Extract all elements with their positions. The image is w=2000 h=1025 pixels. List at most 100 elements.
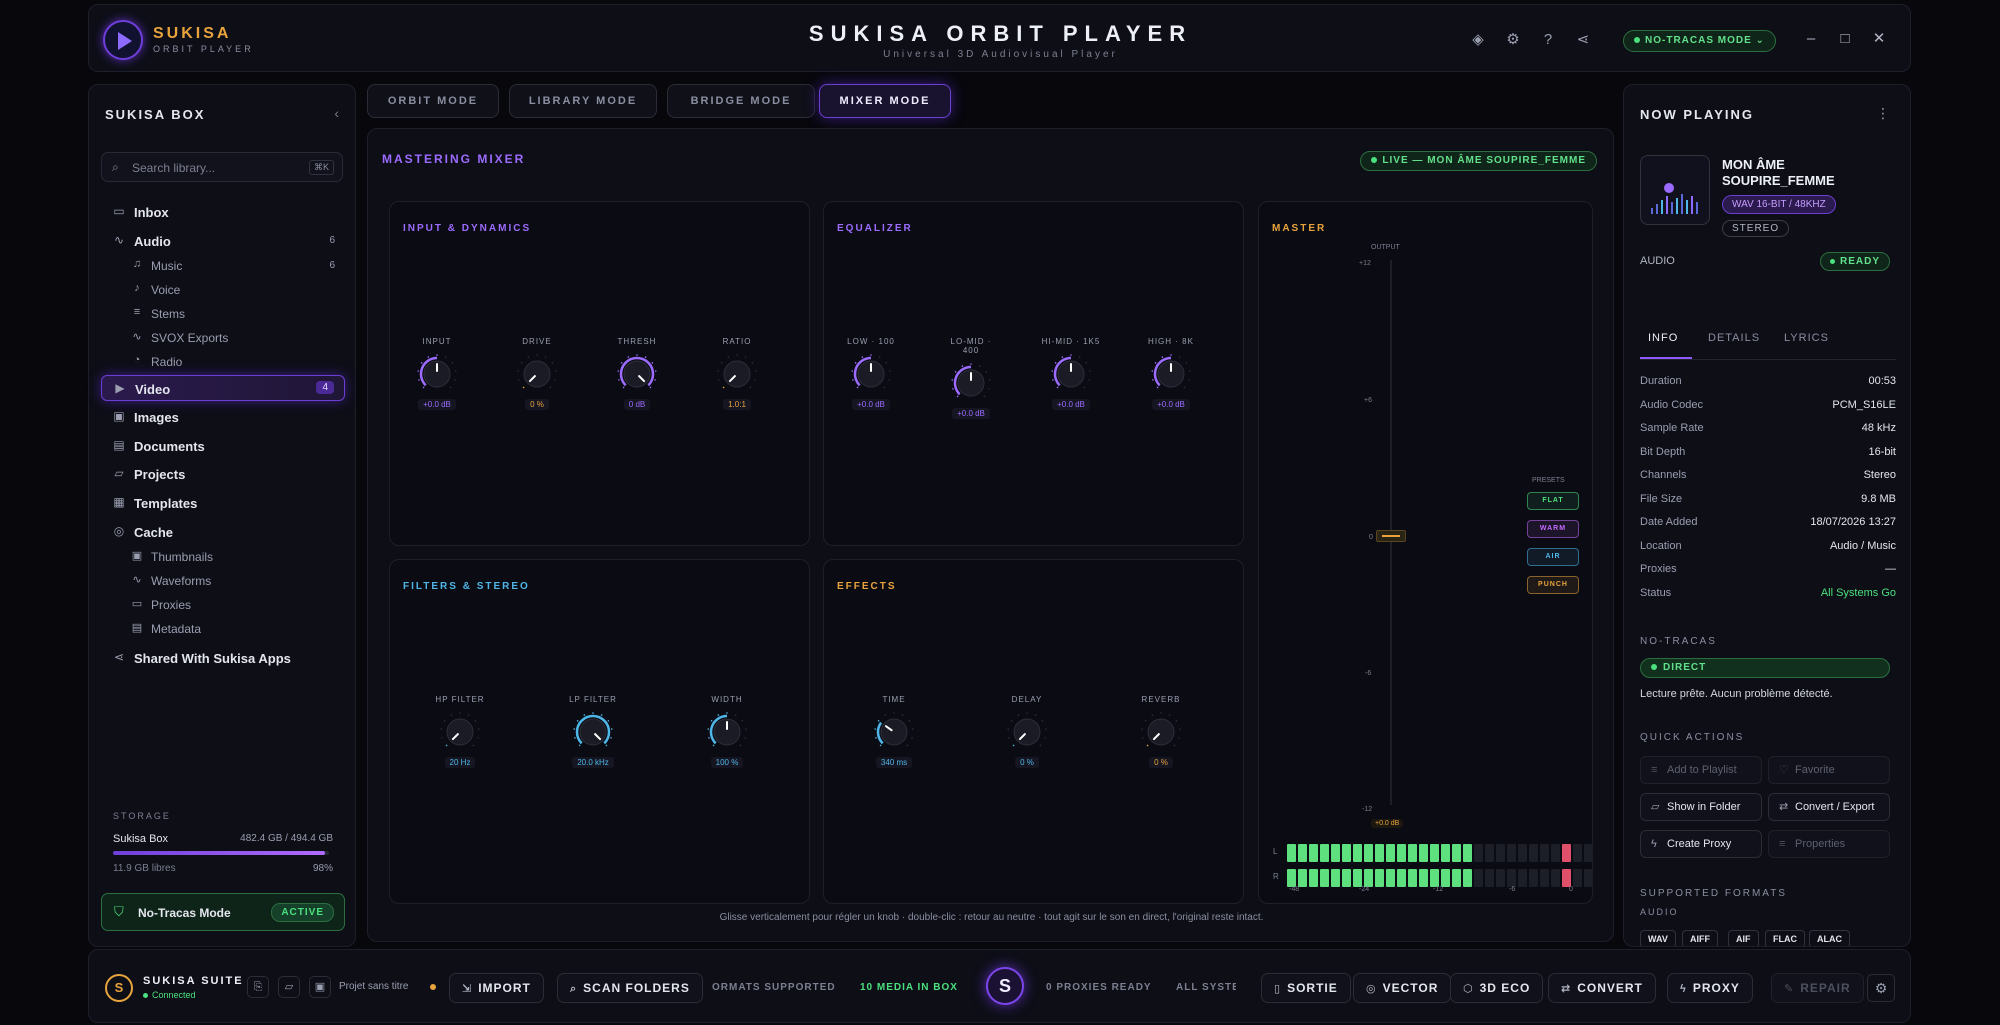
tab-info[interactable]: INFO: [1648, 332, 1678, 344]
knob-hi-mid-1k5[interactable]: HI-MID · 1K5 +0.0 dB: [1041, 337, 1101, 412]
tab-mixer-mode[interactable]: MIXER MODE: [819, 84, 951, 118]
properties-button[interactable]: ≡ Properties: [1768, 830, 1890, 858]
show-in-folder-button[interactable]: ▱ Show in Folder: [1640, 793, 1762, 821]
knob-reverb[interactable]: REVERB 0 %: [1131, 695, 1191, 770]
preset-air-button[interactable]: AIR: [1527, 548, 1579, 566]
share-icon[interactable]: ⋖: [1574, 31, 1592, 49]
sidebar-item-waveforms[interactable]: ∿ Waveforms: [101, 568, 345, 594]
knob-dial[interactable]: [874, 712, 914, 752]
knob-tick: [527, 356, 530, 358]
import-button[interactable]: ⇲ IMPORT: [449, 973, 544, 1003]
knob-dial[interactable]: [617, 354, 657, 394]
knob-high-8k[interactable]: HIGH · 8K +0.0 dB: [1141, 337, 1201, 412]
knob-tick: [436, 354, 438, 356]
knob-tick: [879, 744, 882, 747]
save-icon[interactable]: ▣: [309, 976, 331, 998]
knob-dial[interactable]: [707, 712, 747, 752]
sidebar-item-stems[interactable]: ≡ Stems: [101, 301, 345, 327]
knob-dial[interactable]: [717, 354, 757, 394]
sidebar-item-proxies[interactable]: ▭ Proxies: [101, 592, 345, 618]
repair-button[interactable]: ✎ REPAIR: [1771, 973, 1864, 1003]
scan-folders-button[interactable]: ⌕ SCAN FOLDERS: [557, 973, 703, 1003]
knob-dial[interactable]: [573, 712, 613, 752]
favorite-button[interactable]: ♡ Favorite: [1768, 756, 1890, 784]
knob-tick: [449, 386, 452, 389]
gear-icon[interactable]: ⚙: [1504, 31, 1522, 49]
knob-input[interactable]: INPUT +0.0 dB: [407, 337, 467, 412]
sidebar-item-metadata[interactable]: ▤ Metadata: [101, 616, 345, 642]
maximize-button[interactable]: □: [1836, 29, 1854, 49]
knob-dial[interactable]: [417, 354, 457, 394]
preset-flat-button[interactable]: FLAT: [1527, 492, 1579, 510]
sidebar-item-templates[interactable]: ▦ Templates: [101, 490, 345, 516]
no-tracas-mode-dropdown[interactable]: NO-TRACAS MODE ⌄: [1623, 30, 1776, 52]
meter-segment: [1364, 869, 1373, 887]
sidebar-item-svox-exports[interactable]: ∿ SVOX Exports: [101, 325, 345, 351]
sidebar-item-audio[interactable]: ∿ Audio 6: [101, 228, 345, 254]
suite-avatar[interactable]: S: [105, 974, 133, 1002]
tab-lyrics[interactable]: LYRICS: [1784, 332, 1829, 344]
knob-drive[interactable]: DRIVE 0 %: [507, 337, 567, 412]
convert-export-label: Convert / Export: [1795, 801, 1875, 813]
eco-3d-button[interactable]: ⬡ 3D ECO: [1450, 973, 1544, 1003]
sortie-button[interactable]: ▯ SORTIE: [1261, 973, 1351, 1003]
no-tracas-mode-card[interactable]: ⛉ No-Tracas Mode ACTIVE: [101, 893, 345, 931]
help-icon[interactable]: ?: [1539, 31, 1557, 49]
knob-dial[interactable]: [1151, 354, 1191, 394]
sidebar-item-images[interactable]: ▣ Images: [101, 404, 345, 430]
proxy-button[interactable]: ϟ PROXY: [1667, 973, 1753, 1003]
sidebar-item-thumbnails[interactable]: ▣ Thumbnails: [101, 544, 345, 570]
sidebar-item-radio[interactable]: ◔ Radio: [101, 349, 345, 375]
knob-dial[interactable]: [951, 363, 991, 403]
open-folder-icon[interactable]: ▱: [278, 976, 300, 998]
knob-dial[interactable]: [1007, 712, 1047, 752]
convert-export-button[interactable]: ⇄ Convert / Export: [1768, 793, 1890, 821]
knob-ratio[interactable]: RATIO 1.0:1: [707, 337, 767, 412]
layers-icon[interactable]: ◈: [1469, 31, 1487, 49]
sidebar-item-inbox[interactable]: ▭ Inbox: [101, 199, 345, 225]
knob-tick: [908, 720, 911, 722]
tab-bridge-mode[interactable]: BRIDGE MODE: [667, 84, 815, 118]
knob-lp-filter[interactable]: LP FILTER 20.0 kHz: [563, 695, 623, 770]
knob-low-100[interactable]: LOW · 100 +0.0 dB: [841, 337, 901, 412]
create-proxy-button[interactable]: ϟ Create Proxy: [1640, 830, 1762, 858]
tab-library-mode[interactable]: LIBRARY MODE: [509, 84, 657, 118]
more-options-icon[interactable]: ⋮: [1876, 105, 1890, 122]
close-button[interactable]: ✕: [1870, 29, 1888, 49]
preset-warm-button[interactable]: WARM: [1527, 520, 1579, 538]
sidebar-item-projects[interactable]: ▱ Projects: [101, 461, 345, 487]
convert-button[interactable]: ⇄ CONVERT: [1548, 973, 1656, 1003]
meter-segment: [1408, 869, 1417, 887]
sidebar-item-voice[interactable]: ♪ Voice: [101, 277, 345, 303]
sukisa-center-button[interactable]: S: [986, 967, 1024, 1005]
new-project-icon[interactable]: ⎘: [247, 976, 269, 998]
sidebar-item-documents[interactable]: ▤ Documents: [101, 433, 345, 459]
knob-tick: [736, 354, 738, 356]
knob-dial[interactable]: [851, 354, 891, 394]
tab-details[interactable]: DETAILS: [1708, 332, 1760, 344]
add-to-playlist-button[interactable]: ≡ Add to Playlist: [1640, 756, 1762, 784]
knob-delay[interactable]: DELAY 0 %: [997, 695, 1057, 770]
knob-dial[interactable]: [517, 354, 557, 394]
convert-icon: ⇄: [1561, 983, 1572, 995]
collapse-sidebar-button[interactable]: ‹: [334, 105, 339, 121]
minimize-button[interactable]: –: [1802, 29, 1820, 49]
sidebar-item-video[interactable]: ▶ Video 4: [101, 375, 345, 401]
knob-time[interactable]: TIME 340 ms: [864, 695, 924, 770]
knob-dial[interactable]: [1141, 712, 1181, 752]
preset-punch-button[interactable]: PUNCH: [1527, 576, 1579, 594]
tab-orbit-mode[interactable]: ORBIT MODE: [367, 84, 499, 118]
sidebar-item-music[interactable]: ♫ Music 6: [101, 253, 345, 279]
sidebar-item-cache[interactable]: ◎ Cache: [101, 519, 345, 545]
sidebar-item-shared-with-sukisa-apps[interactable]: ⋖ Shared With Sukisa Apps: [101, 645, 345, 671]
knob-width[interactable]: WIDTH 100 %: [697, 695, 757, 770]
knob-lo-mid-400[interactable]: LO-MID · 400 +0.0 dB: [941, 337, 1001, 421]
knob-dial[interactable]: [440, 712, 480, 752]
knob-hp-filter[interactable]: HP FILTER 20 Hz: [430, 695, 490, 770]
knob-thresh[interactable]: THRESH 0 dB: [607, 337, 667, 412]
master-fader-handle[interactable]: [1376, 530, 1406, 542]
search-input[interactable]: ⌕ Search library... ⌘K: [101, 152, 343, 182]
vector-button[interactable]: ◎ VECTOR: [1353, 973, 1452, 1003]
knob-dial[interactable]: [1051, 354, 1091, 394]
settings-gear-icon[interactable]: ⚙: [1867, 974, 1895, 1002]
